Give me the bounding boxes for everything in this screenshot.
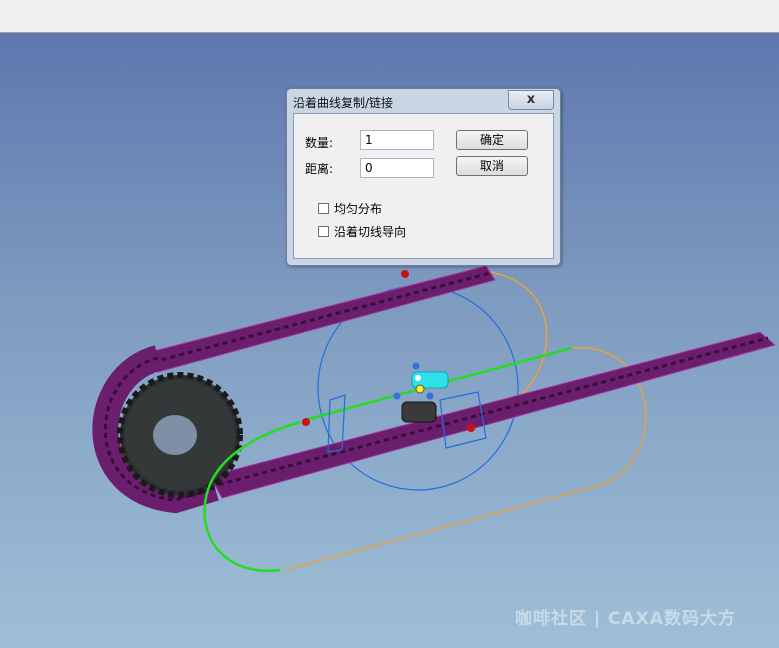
tangent-orient-checkbox[interactable]: 沿着切线导向 (318, 223, 406, 240)
tangent-orient-label: 沿着切线导向 (334, 225, 407, 239)
handle-red-top (401, 270, 409, 278)
even-distribution-checkbox[interactable]: 均匀分布 (318, 200, 382, 217)
cancel-button[interactable]: 取消 (456, 156, 528, 176)
even-distribution-label: 均匀分布 (334, 202, 383, 216)
checkbox-box[interactable] (318, 203, 329, 214)
close-button[interactable]: x (508, 90, 554, 110)
copied-link (401, 401, 437, 423)
chain-lower-strand (209, 331, 777, 499)
dialog-body: 数量: 距离: 确定 取消 均匀分布 沿着切线导向 (293, 113, 554, 259)
chain-lower-links (209, 336, 769, 489)
distance-input[interactable] (360, 158, 434, 178)
sprocket-gear (117, 372, 243, 498)
app-toolbar-area (0, 0, 779, 33)
watermark: 咖啡社区 | CAXA数码大方 (515, 609, 736, 629)
copy-along-curve-dialog: 沿着曲线复制/链接 x 数量: 距离: 确定 取消 均匀分布 沿着切线导向 (286, 88, 561, 266)
handle-blue-3 (426, 392, 434, 400)
ok-button[interactable]: 确定 (456, 130, 528, 150)
count-input[interactable] (360, 130, 434, 150)
handle-blue-1 (412, 362, 420, 370)
handle-red-left (302, 418, 310, 426)
orange-path-upper (489, 271, 548, 399)
handle-yellow (415, 384, 425, 394)
handle-blue-2 (393, 392, 401, 400)
handle-red-right (467, 424, 475, 432)
distance-label: 距离: (305, 162, 334, 176)
sprocket-bore (153, 415, 197, 455)
close-icon: x (526, 92, 536, 107)
checkbox-box[interactable] (318, 226, 329, 237)
dialog-title: 沿着曲线复制/链接 (293, 96, 394, 110)
count-label: 数量: (305, 136, 334, 150)
green-path (203, 346, 573, 573)
